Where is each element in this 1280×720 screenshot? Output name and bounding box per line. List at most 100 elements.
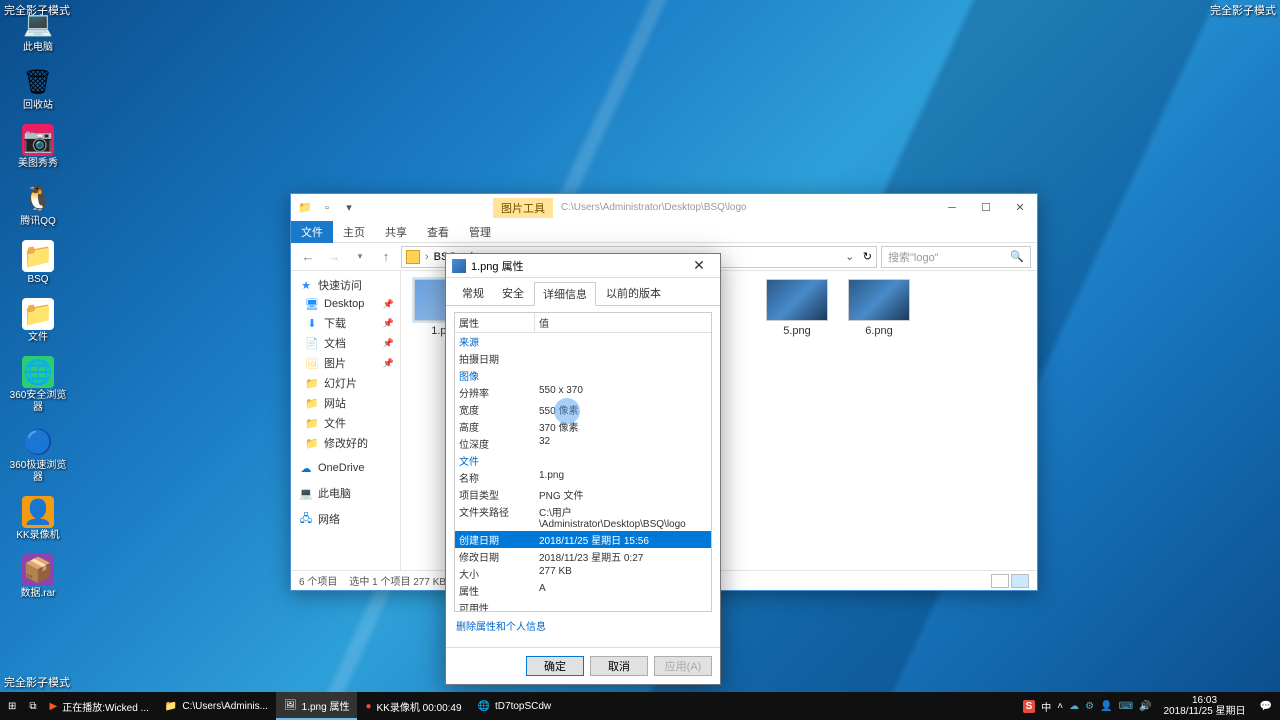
close-button[interactable]: ✕ — [684, 257, 714, 274]
property-row[interactable]: 可用性 — [455, 599, 711, 612]
task-view-button[interactable]: ⧉ — [24, 692, 41, 720]
clock-time: 16:03 — [1163, 695, 1245, 706]
icon-label: 文件 — [28, 332, 48, 344]
nav-label: 此电脑 — [318, 485, 351, 501]
nav-item[interactable]: 📁幻灯片 — [291, 373, 400, 393]
col-header-property[interactable]: 属性 — [455, 313, 535, 332]
desktop-icon[interactable]: 📁BSQ — [8, 240, 68, 286]
desktop-icon[interactable]: 👤KK录像机 — [8, 496, 68, 542]
remove-properties-link[interactable]: 删除属性和个人信息 — [454, 612, 712, 639]
taskbar-item[interactable]: 📁C:\Users\Adminis... — [157, 692, 276, 720]
property-key: 位深度 — [455, 435, 535, 452]
desktop-icon[interactable]: 📁文件 — [8, 298, 68, 344]
ribbon-tab[interactable]: 主页 — [333, 221, 375, 243]
system-tray[interactable]: S 中 ˄ ☁ ⚙ 👤 ⌨ 🔊 — [1017, 699, 1158, 714]
icon-label: 此电脑 — [23, 42, 53, 54]
nav-item[interactable]: 💻此电脑 — [291, 483, 400, 503]
nav-item[interactable]: 🖼图片📌 — [291, 353, 400, 373]
taskbar-item[interactable]: 🖼1.png 属性 — [276, 692, 358, 720]
property-row[interactable]: 属性A — [455, 582, 711, 599]
property-row[interactable]: 修改日期2018/11/23 星期五 0:27 — [455, 548, 711, 565]
qat-dropdown-icon[interactable]: ▾ — [339, 198, 359, 218]
nav-item[interactable]: 📁文件 — [291, 413, 400, 433]
properties-tab[interactable]: 详细信息 — [534, 282, 596, 306]
property-row[interactable]: 来源 — [455, 333, 711, 350]
property-row[interactable]: 图像 — [455, 367, 711, 384]
folder-icon: ☁ — [299, 461, 313, 475]
file-thumbnail[interactable]: 6.png — [845, 279, 913, 337]
properties-titlebar[interactable]: 1.png 属性 ✕ — [446, 254, 720, 278]
apply-button[interactable]: 应用(A) — [654, 656, 712, 676]
ribbon-tab[interactable]: 管理 — [459, 221, 501, 243]
taskbar-item[interactable]: ▶正在播放:Wicked ... — [42, 692, 157, 720]
desktop-icon[interactable]: 🐧腾讯QQ — [8, 182, 68, 228]
properties-tab[interactable]: 以前的版本 — [598, 282, 669, 305]
nav-item[interactable]: 📁修改好的 — [291, 433, 400, 453]
minimize-button[interactable]: ─ — [935, 197, 969, 219]
properties-tab[interactable]: 常规 — [454, 282, 492, 305]
view-thumbs-button[interactable] — [1011, 574, 1029, 588]
ok-button[interactable]: 确定 — [526, 656, 584, 676]
ribbon-file-tab[interactable]: 文件 — [291, 221, 333, 243]
property-row[interactable]: 大小277 KB — [455, 565, 711, 582]
tray-up-icon[interactable]: ˄ — [1057, 701, 1063, 712]
nav-item[interactable]: 🖧网络 — [291, 509, 400, 529]
tray-volume-icon[interactable]: 🔊 — [1139, 701, 1151, 712]
nav-item[interactable]: 📄文档📌 — [291, 333, 400, 353]
property-row[interactable]: 项目类型PNG 文件 — [455, 486, 711, 503]
property-row[interactable]: 位深度32 — [455, 435, 711, 452]
desktop-icon[interactable]: 💻此电脑 — [8, 8, 68, 54]
action-center-button[interactable]: 💬 — [1252, 692, 1280, 720]
up-button[interactable]: ↑ — [375, 246, 397, 268]
cancel-button[interactable]: 取消 — [590, 656, 648, 676]
property-row[interactable]: 创建日期2018/11/25 星期日 15:56 — [455, 531, 711, 548]
taskbar-item[interactable]: 🌐tD7topSCdw — [470, 692, 560, 720]
taskbar-item[interactable]: ●KK录像机 00:00:49 — [357, 692, 469, 720]
desktop-icon[interactable]: 📦数据.rar — [8, 554, 68, 600]
tray-cloud-icon[interactable]: ☁ — [1069, 701, 1079, 712]
desktop-icon[interactable]: 🔵360极速浏览器 — [8, 426, 68, 484]
search-input[interactable]: 搜索"logo" 🔍 — [881, 246, 1031, 268]
forward-button[interactable]: → — [323, 246, 345, 268]
nav-item[interactable]: ★快速访问 — [291, 275, 400, 295]
picture-tools-tab[interactable]: 图片工具 — [493, 198, 553, 218]
recent-dropdown[interactable]: ▾ — [349, 246, 371, 268]
taskbar-label: 1.png 属性 — [302, 698, 350, 713]
ribbon-tab[interactable]: 查看 — [417, 221, 459, 243]
taskbar: ⊞ ⧉ ▶正在播放:Wicked ...📁C:\Users\Adminis...… — [0, 692, 1280, 720]
sogou-ime-icon[interactable]: S — [1023, 700, 1036, 713]
tray-person-icon[interactable]: 👤 — [1100, 701, 1112, 712]
addr-dropdown-icon[interactable]: ⌄ — [839, 250, 861, 263]
nav-item[interactable]: 🖥Desktop📌 — [291, 295, 400, 313]
property-row[interactable]: 名称1.png — [455, 469, 711, 486]
maximize-button[interactable]: ☐ — [969, 197, 1003, 219]
property-row[interactable]: 文件夹路径C:\用户\Administrator\Desktop\BSQ\log… — [455, 503, 711, 531]
tray-keyboard-icon[interactable]: ⌨ — [1119, 701, 1133, 712]
ime-indicator[interactable]: 中 — [1041, 699, 1051, 714]
desktop-icon[interactable]: 🗑回收站 — [8, 66, 68, 112]
close-button[interactable]: ✕ — [1003, 197, 1037, 219]
desktop-icon[interactable]: 🌐360安全浏览器 — [8, 356, 68, 414]
nav-item[interactable]: 📁网站 — [291, 393, 400, 413]
ribbon-tab[interactable]: 共享 — [375, 221, 417, 243]
nav-item[interactable]: ☁OneDrive — [291, 459, 400, 477]
property-row[interactable]: 分辨率550 x 370 — [455, 384, 711, 401]
file-thumbnail[interactable]: 5.png — [763, 279, 831, 337]
back-button[interactable]: ← — [297, 246, 319, 268]
property-row[interactable]: 拍摄日期 — [455, 350, 711, 367]
nav-item[interactable]: ⬇下载📌 — [291, 313, 400, 333]
start-button[interactable]: ⊞ — [0, 692, 24, 720]
property-row[interactable]: 宽度550 像素 — [455, 401, 711, 418]
taskbar-clock[interactable]: 16:03 2018/11/25 星期日 — [1157, 695, 1251, 717]
explorer-titlebar[interactable]: 📁 ▫ ▾ 图片工具 C:\Users\Administrator\Deskto… — [291, 194, 1037, 221]
properties-tab[interactable]: 安全 — [494, 282, 532, 305]
qat-props-icon[interactable]: ▫ — [317, 198, 337, 218]
property-row[interactable]: 文件 — [455, 452, 711, 469]
view-details-button[interactable] — [991, 574, 1009, 588]
col-header-value[interactable]: 值 — [535, 313, 711, 332]
refresh-button[interactable]: ↻ — [863, 250, 872, 263]
icon-label: BSQ — [27, 274, 48, 286]
desktop-icon[interactable]: 📷美图秀秀 — [8, 124, 68, 170]
tray-settings-icon[interactable]: ⚙ — [1085, 701, 1094, 712]
property-row[interactable]: 高度370 像素 — [455, 418, 711, 435]
